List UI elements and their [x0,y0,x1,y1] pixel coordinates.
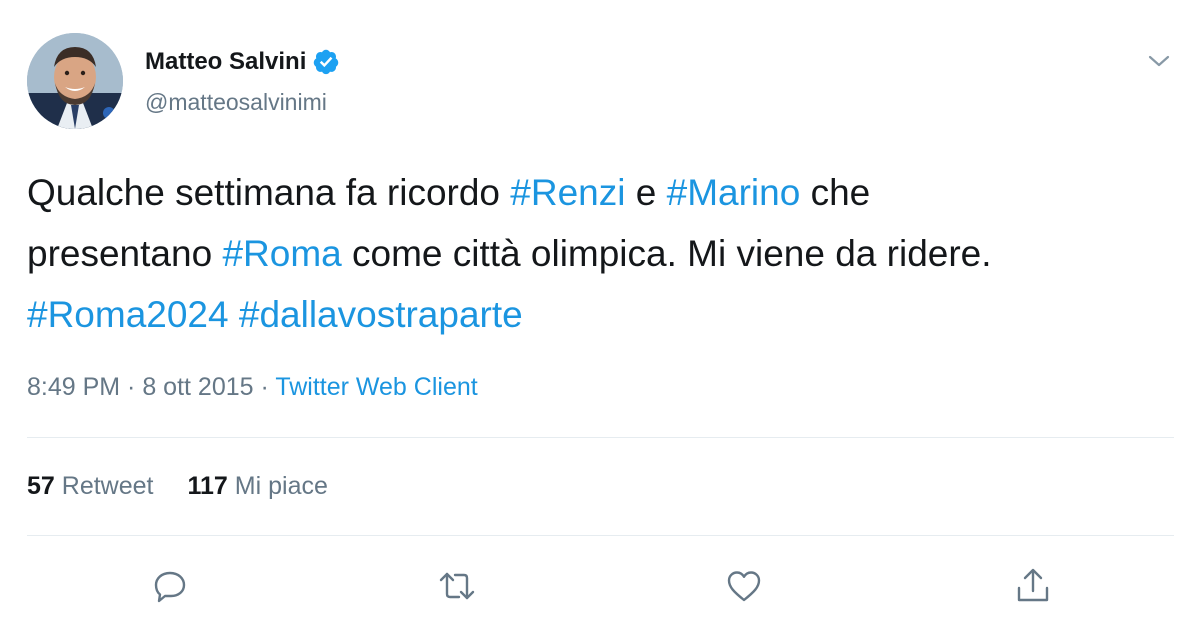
tweet-card: Matteo Salvini @matteosalvinimi Qualche … [0,0,1200,637]
tweet-text-segment: come città olimpica. Mi viene da ridere. [341,233,992,274]
share-icon[interactable] [1013,566,1053,606]
tweet-text-line: presentano #Roma come città olimpica. Mi… [27,223,1177,284]
like-label: Mi piace [234,472,328,500]
tweet-source-link[interactable]: Twitter Web Client [275,373,477,401]
avatar[interactable] [27,33,123,129]
retweet-label: Retweet [61,472,154,500]
tweet-text-line: Qualche settimana fa ricordo #Renzi e #M… [27,162,1177,223]
like-count-link[interactable]: 117 Mi piace [187,472,327,500]
hashtag-link[interactable]: #Marino [667,172,801,213]
reply-icon[interactable] [150,566,190,606]
tweet-meta: 8:49 PM · 8 ott 2015 · Twitter Web Clien… [27,373,478,402]
author-name-text[interactable]: Matteo Salvini [145,48,306,76]
meta-separator: · [120,373,143,401]
tweet-text-segment [229,294,239,335]
retweet-count-link[interactable]: 57 Retweet [27,472,153,500]
hashtag-link[interactable]: #Roma2024 [27,294,229,335]
retweet-count: 57 [27,472,55,500]
like-icon[interactable] [724,566,764,606]
tweet-date[interactable]: 8 ott 2015 [142,373,253,401]
author-name[interactable]: Matteo Salvini [145,48,340,76]
tweet-text-segment: presentano [27,233,223,274]
tweet-text-line: #Roma2024 #dallavostraparte [27,284,1177,345]
tweet-stats: 57 Retweet 117 Mi piace [27,472,328,501]
tweet-text-segment: che [800,172,871,213]
hashtag-link[interactable]: #Roma [222,233,341,274]
hashtag-link[interactable]: #dallavostraparte [239,294,523,335]
retweet-icon[interactable] [437,566,477,606]
divider [27,535,1174,536]
chevron-down-icon[interactable] [1146,50,1172,72]
divider [27,437,1174,438]
tweet-text: Qualche settimana fa ricordo #Renzi e #M… [27,162,1177,345]
tweet-text-segment: Qualche settimana fa ricordo [27,172,511,213]
verified-badge-icon [312,48,340,76]
author-handle[interactable]: @matteosalvinimi [145,89,327,116]
meta-separator: · [253,373,276,401]
hashtag-link[interactable]: #Renzi [510,172,625,213]
like-count: 117 [187,472,228,500]
tweet-time[interactable]: 8:49 PM [27,373,120,401]
tweet-text-segment: e [625,172,667,213]
